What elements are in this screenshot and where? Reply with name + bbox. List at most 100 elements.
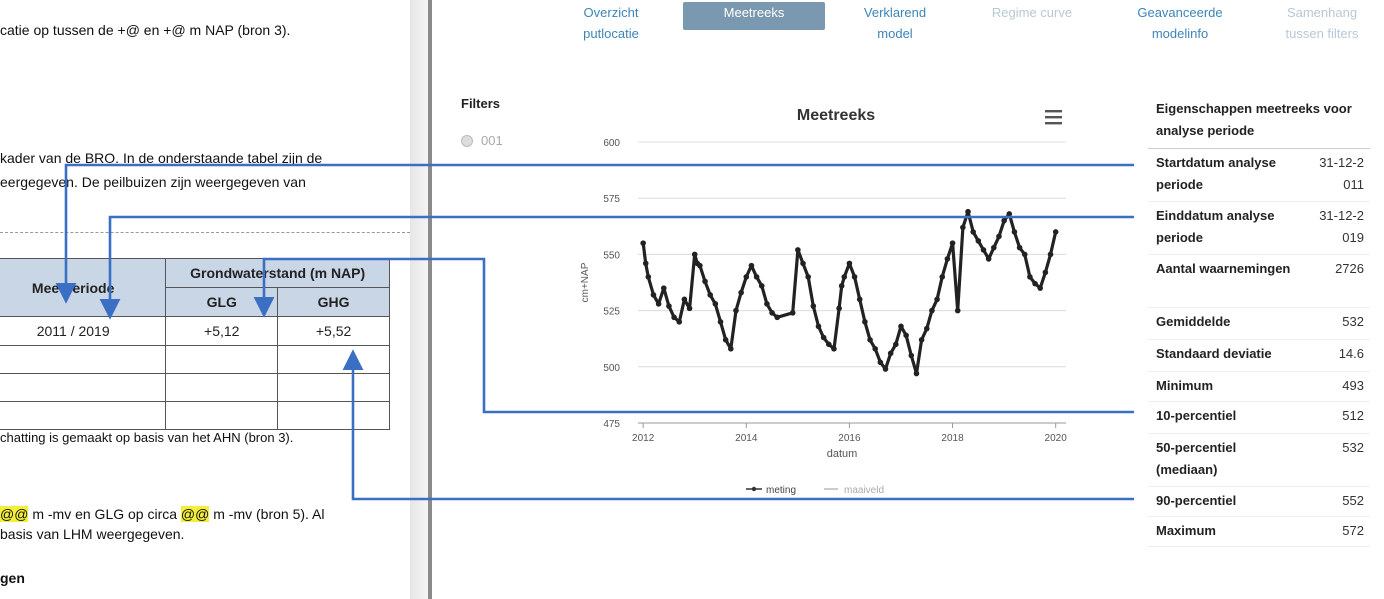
x-tick-label: 2016 [838,433,861,444]
property-label: 10-percentiel [1156,408,1237,423]
table-row [0,345,390,374]
data-point [800,260,806,267]
data-point [702,278,708,285]
x-tick-label: 2020 [1045,433,1068,444]
property-row: Minimum 493 [1148,372,1370,402]
data-point [985,256,992,262]
property-value: 2726 [1335,261,1364,276]
table-cell: +5,52 [277,316,390,346]
legend-meting-label: meting [766,485,796,496]
property-value: 31-12-2011 [1319,155,1364,192]
data-point [764,301,770,307]
tab-geavanceerde-modelinfo[interactable]: Geavanceerde modelinfo [1120,2,1240,41]
data-point [991,244,997,251]
data-point [867,337,873,343]
col-grondwaterstand: Grondwaterstand (m NAP) [165,258,390,288]
data-point [1001,217,1007,224]
data-point [1042,269,1049,276]
tab-meetreeks[interactable]: Meetreeks [683,2,825,30]
data-point [640,240,646,246]
data-point [650,292,657,298]
property-value: 493 [1342,378,1364,393]
y-tick-label: 600 [603,138,620,149]
property-value: 552 [1342,493,1364,508]
data-point [712,301,719,307]
property-value: 532 [1342,314,1364,329]
property-label: Maximum [1156,523,1216,538]
col-meetperiode: Meetperiode [0,258,167,317]
data-point [1037,285,1044,291]
data-point [655,301,662,307]
data-point [965,208,971,215]
data-point [913,370,920,377]
x-axis-label: datum [827,448,858,460]
data-point [851,274,858,280]
y-tick-label: 525 [603,307,620,318]
data-point [877,359,884,366]
property-row: 10-percentiel 512 [1148,402,1370,434]
property-label: Startdatum analyse periode [1156,155,1276,192]
property-label: Aantal waarnemingen [1156,261,1291,276]
pane-shadow [410,0,428,599]
radio-icon[interactable] [461,134,473,147]
tab-verklarend-model[interactable]: Verklarend model [850,2,940,41]
data-point [939,274,946,280]
data-point [872,346,879,352]
data-point [717,319,724,325]
data-point [898,323,904,330]
doc-text-line: @@ m -mv en GLG op circa @@ m -mv (bron … [0,506,325,522]
chart-title: Meetreeks [797,107,875,124]
data-point [862,319,868,325]
placeholder-highlight: @@ [180,506,210,522]
data-point [887,350,894,357]
tab-samenhang-tussen-filters[interactable]: Samenhang tussen filters [1272,2,1372,41]
data-point [743,274,750,280]
data-point [820,334,827,341]
hamburger-icon[interactable] [1045,110,1062,125]
filter-label: 001 [481,133,503,148]
properties-title: Eigenschappen meetreeks voor analyse per… [1148,96,1370,149]
property-value: 532 [1342,440,1364,455]
table-caption: chatting is gemaakt op basis van het AHN… [0,430,294,445]
table-row [0,401,390,430]
data-point [825,341,832,348]
x-tick-label: 2012 [632,433,655,444]
property-row: Einddatum analyse periode 31-12-2019 [1148,202,1370,255]
data-point [722,337,729,343]
data-point [691,251,698,258]
filter-option[interactable]: 001 [461,133,503,148]
property-value: 14.6 [1338,346,1364,361]
legend-meting-marker [751,486,757,492]
data-point [815,323,822,330]
y-tick-label: 475 [603,419,620,430]
data-point [882,366,889,372]
property-label: Minimum [1156,378,1214,393]
data-point [856,296,863,303]
property-label: Einddatum analyse periode [1156,208,1275,245]
data-point [1052,229,1059,235]
data-point [923,325,930,332]
x-tick-label: 2014 [735,433,758,444]
property-label: Gemiddelde [1156,314,1231,329]
data-point [671,314,677,321]
tab-overzicht-putlocatie[interactable]: Overzicht putlocatie [566,2,656,41]
data-point [795,247,801,253]
data-point [810,303,817,309]
data-point [789,310,796,316]
doc-divider [0,232,410,233]
data-point [758,283,765,289]
properties-list: Startdatum analyse periode 31-12-2011 Eind… [1148,149,1370,547]
data-point [686,305,693,312]
x-tick-label: 2018 [941,433,964,444]
tab-regime-curve[interactable]: Regime curve [977,2,1087,32]
data-point [738,289,744,296]
table-row: 2011 / 2019 +5,12 +5,52 [0,316,390,346]
legend-maaiveld-label: maaiveld [844,485,884,496]
y-tick-label: 500 [603,363,620,374]
property-row: Standaard deviatie 14.6 [1148,340,1370,372]
placeholder-highlight: @@ [0,506,29,522]
property-value: 512 [1342,408,1364,423]
data-point [960,224,966,231]
data-point [903,332,909,339]
data-point [805,274,811,280]
